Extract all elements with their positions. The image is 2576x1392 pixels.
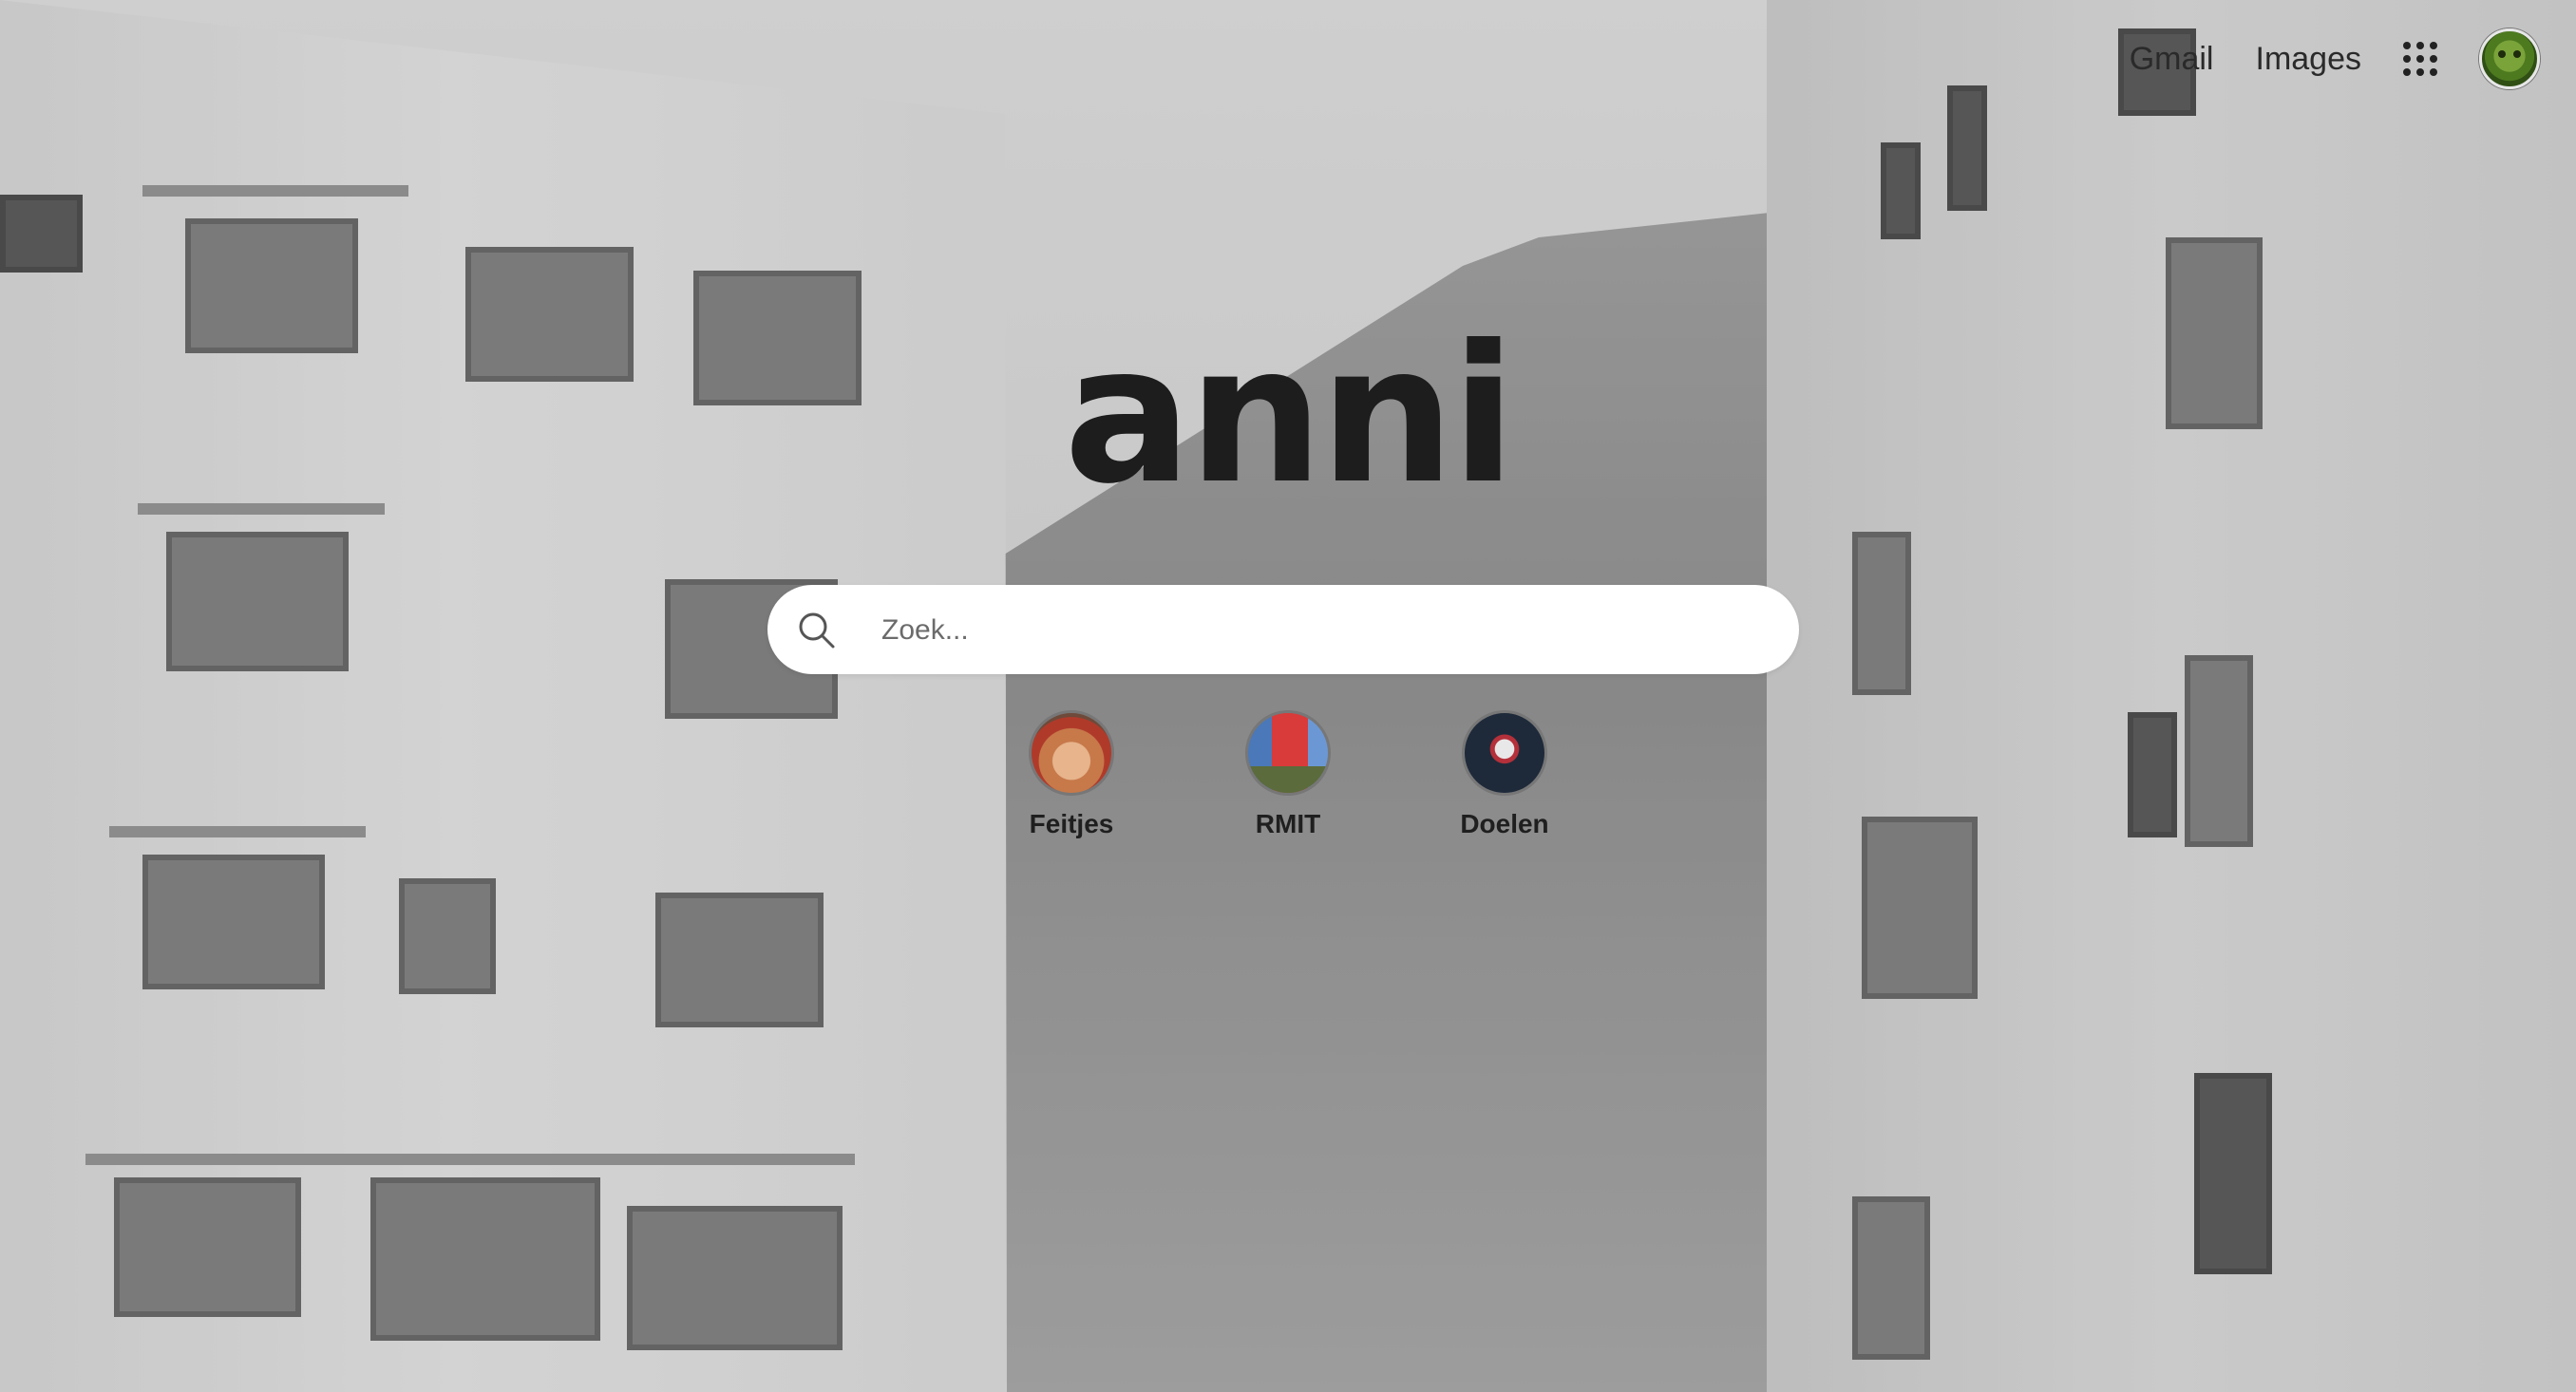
shortcut-label: Doelen <box>1460 809 1549 838</box>
shortcut-label: RMIT <box>1255 809 1321 838</box>
background-image <box>0 0 2576 1392</box>
shortcut-feitjes-icon <box>1029 710 1114 796</box>
shortcut-label: Feitjes <box>1029 809 1114 838</box>
search-icon <box>799 612 835 649</box>
top-bar: Gmail Images <box>2130 28 2540 89</box>
apps-grid-icon[interactable] <box>2403 42 2437 76</box>
shortcut-rmit[interactable]: RMIT <box>1184 710 1392 839</box>
user-avatar[interactable] <box>2479 28 2540 89</box>
shortcut-doelen-icon <box>1462 710 1547 796</box>
search-input[interactable] <box>880 602 1767 659</box>
page-logo: anni <box>1063 305 1516 526</box>
gmail-link[interactable]: Gmail <box>2130 41 2214 78</box>
search-bar[interactable] <box>767 585 1799 674</box>
shortcut-rmit-icon <box>1245 710 1331 796</box>
shortcut-doelen[interactable]: Doelen <box>1400 710 1609 839</box>
images-link[interactable]: Images <box>2256 41 2362 78</box>
new-tab-page: Gmail Images anni Feitjes RMIT Doelen <box>0 0 2576 1392</box>
shortcuts-row: Feitjes RMIT Doelen <box>967 710 1609 839</box>
shortcut-feitjes[interactable]: Feitjes <box>967 710 1176 839</box>
